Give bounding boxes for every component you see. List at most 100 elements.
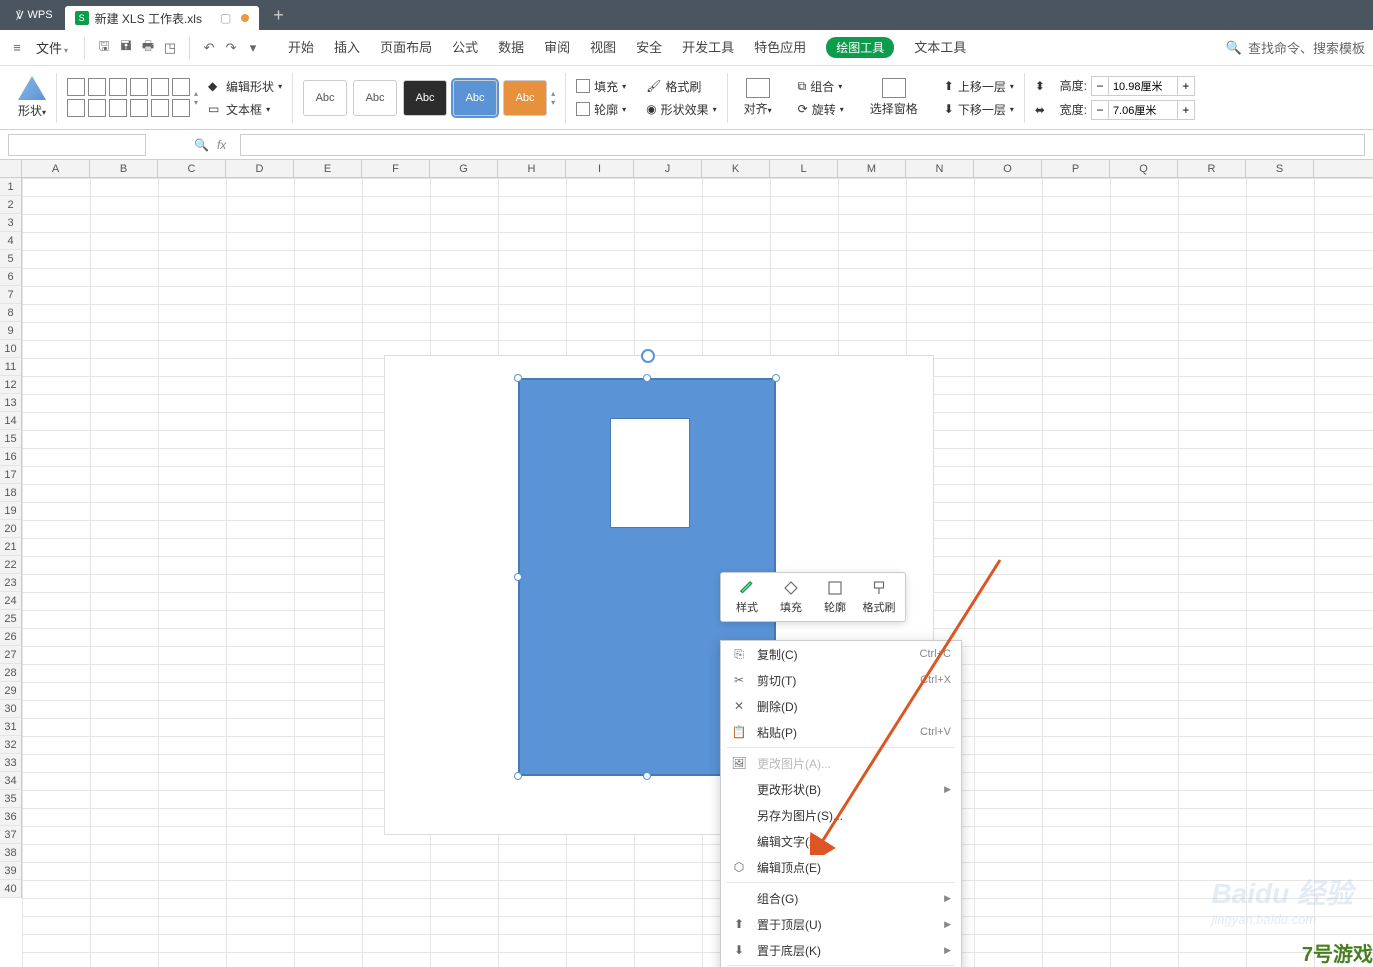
col-header-M[interactable]: M — [838, 160, 906, 177]
redo-icon[interactable]: ↷ — [222, 39, 240, 57]
handle-bl[interactable] — [514, 772, 522, 780]
tab-view[interactable]: 视图 — [590, 37, 616, 58]
row-header-35[interactable]: 35 — [0, 790, 21, 808]
row-header-17[interactable]: 17 — [0, 466, 21, 484]
row-header-1[interactable]: 1 — [0, 178, 21, 196]
row-header-36[interactable]: 36 — [0, 808, 21, 826]
text-box-button[interactable]: ▭文本框▾ — [208, 101, 282, 118]
tab-page-layout[interactable]: 页面布局 — [380, 37, 432, 58]
tab-drawing-tools[interactable]: 绘图工具 — [826, 37, 894, 58]
save-as-icon[interactable]: 🖬 — [117, 39, 135, 57]
align-button[interactable]: 对齐▾ — [738, 78, 778, 117]
col-header-H[interactable]: H — [498, 160, 566, 177]
fx-icon[interactable]: fx — [217, 138, 226, 152]
style-3[interactable]: Abc — [403, 80, 447, 116]
col-header-N[interactable]: N — [906, 160, 974, 177]
handle-ml[interactable] — [514, 573, 522, 581]
cm-send-back[interactable]: ⬇置于底层(K)▶ — [721, 937, 961, 963]
row-header-38[interactable]: 38 — [0, 844, 21, 862]
row-header-7[interactable]: 7 — [0, 286, 21, 304]
width-minus[interactable]: − — [1091, 100, 1109, 120]
column-headers[interactable]: ABCDEFGHIJKLMNOPQRS — [22, 160, 1373, 178]
fill-button[interactable]: 填充▾ — [576, 78, 626, 95]
row-header-2[interactable]: 2 — [0, 196, 21, 214]
row-header-3[interactable]: 3 — [0, 214, 21, 232]
col-header-D[interactable]: D — [226, 160, 294, 177]
shape-button[interactable]: 形状▾ — [18, 76, 46, 119]
rotate-handle[interactable] — [641, 349, 655, 363]
row-header-40[interactable]: 40 — [0, 880, 21, 898]
row-header-22[interactable]: 22 — [0, 556, 21, 574]
handle-tm[interactable] — [643, 374, 651, 382]
width-plus[interactable]: + — [1177, 100, 1195, 120]
col-header-A[interactable]: A — [22, 160, 90, 177]
tab-formula[interactable]: 公式 — [452, 37, 478, 58]
row-headers[interactable]: 1234567891011121314151617181920212223242… — [0, 178, 22, 898]
row-header-13[interactable]: 13 — [0, 394, 21, 412]
row-header-11[interactable]: 11 — [0, 358, 21, 376]
row-header-20[interactable]: 20 — [0, 520, 21, 538]
qat-more-icon[interactable]: ▾ — [244, 39, 262, 57]
tab-insert[interactable]: 插入 — [334, 37, 360, 58]
style-2[interactable]: Abc — [353, 80, 397, 116]
row-header-27[interactable]: 27 — [0, 646, 21, 664]
tab-review[interactable]: 审阅 — [544, 37, 570, 58]
group-button[interactable]: ⧉组合▾ — [798, 78, 844, 95]
new-tab-button[interactable]: + — [259, 5, 298, 26]
col-header-F[interactable]: F — [362, 160, 430, 177]
row-header-15[interactable]: 15 — [0, 430, 21, 448]
shape-gallery[interactable] — [67, 78, 190, 117]
col-header-C[interactable]: C — [158, 160, 226, 177]
height-input[interactable] — [1109, 76, 1177, 96]
row-header-30[interactable]: 30 — [0, 700, 21, 718]
row-header-12[interactable]: 12 — [0, 376, 21, 394]
row-header-23[interactable]: 23 — [0, 574, 21, 592]
cm-save-as-pic[interactable]: 另存为图片(S)... — [721, 802, 961, 828]
height-minus[interactable]: − — [1091, 76, 1109, 96]
cm-cut[interactable]: ✂剪切(T)Ctrl+X — [721, 667, 961, 693]
style-5[interactable]: Abc — [503, 80, 547, 116]
col-header-J[interactable]: J — [634, 160, 702, 177]
row-header-33[interactable]: 33 — [0, 754, 21, 772]
cm-edit-vertex[interactable]: ⬡编辑顶点(E) — [721, 854, 961, 880]
mini-style[interactable]: 样式 — [725, 577, 769, 617]
row-header-8[interactable]: 8 — [0, 304, 21, 322]
col-header-I[interactable]: I — [566, 160, 634, 177]
move-down-button[interactable]: ⬇下移一层▾ — [944, 101, 1014, 118]
col-header-G[interactable]: G — [430, 160, 498, 177]
row-header-10[interactable]: 10 — [0, 340, 21, 358]
tab-data[interactable]: 数据 — [498, 37, 524, 58]
select-pane-button[interactable]: 选择窗格 — [864, 78, 924, 117]
row-header-28[interactable]: 28 — [0, 664, 21, 682]
mini-fill[interactable]: 填充 — [769, 577, 813, 617]
cm-copy[interactable]: ⎘复制(C)Ctrl+C — [721, 641, 961, 667]
row-header-39[interactable]: 39 — [0, 862, 21, 880]
row-header-16[interactable]: 16 — [0, 448, 21, 466]
row-header-5[interactable]: 5 — [0, 250, 21, 268]
handle-tl[interactable] — [514, 374, 522, 382]
row-header-4[interactable]: 4 — [0, 232, 21, 250]
outline-button[interactable]: 轮廓▾ — [576, 101, 626, 118]
row-header-29[interactable]: 29 — [0, 682, 21, 700]
mini-format-painter[interactable]: 格式刷 — [857, 577, 901, 617]
name-box[interactable] — [8, 134, 146, 156]
row-header-31[interactable]: 31 — [0, 718, 21, 736]
zoom-icon[interactable]: 🔍 — [194, 138, 209, 152]
file-menu[interactable]: 文件 — [30, 38, 74, 57]
handle-bm[interactable] — [643, 772, 651, 780]
edit-shape-button[interactable]: ◆编辑形状▾ — [208, 78, 282, 95]
cm-delete[interactable]: ✕删除(D) — [721, 693, 961, 719]
tab-security[interactable]: 安全 — [636, 37, 662, 58]
width-input[interactable] — [1109, 100, 1177, 120]
formula-input[interactable] — [240, 134, 1365, 156]
col-header-R[interactable]: R — [1178, 160, 1246, 177]
col-header-O[interactable]: O — [974, 160, 1042, 177]
style-1[interactable]: Abc — [303, 80, 347, 116]
search-placeholder[interactable]: 查找命令、搜索模板 — [1248, 38, 1365, 57]
search-icon[interactable]: 🔍 — [1226, 40, 1242, 56]
save-icon[interactable]: 🖫 — [95, 39, 113, 57]
document-tab[interactable]: S 新建 XLS 工作表.xls ▢ — [65, 6, 260, 30]
col-header-L[interactable]: L — [770, 160, 838, 177]
cm-group[interactable]: 组合(G)▶ — [721, 885, 961, 911]
row-header-34[interactable]: 34 — [0, 772, 21, 790]
